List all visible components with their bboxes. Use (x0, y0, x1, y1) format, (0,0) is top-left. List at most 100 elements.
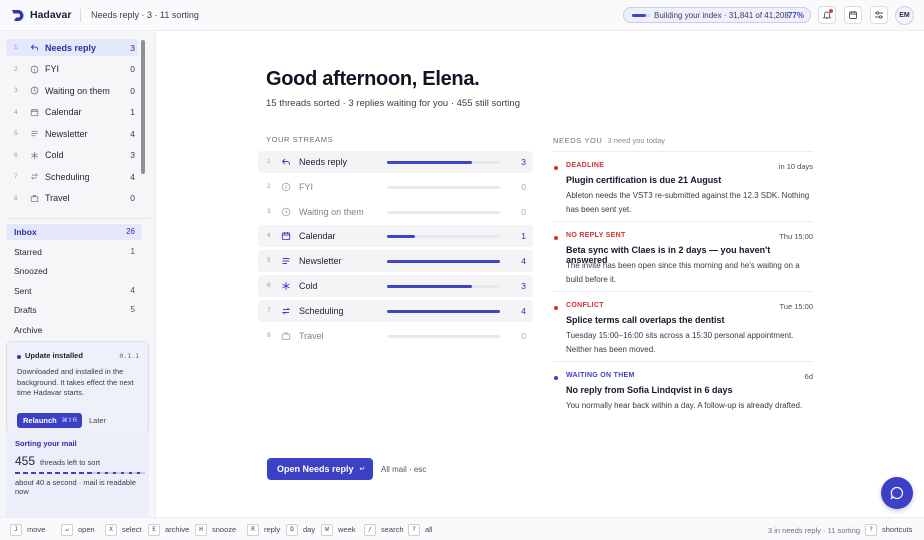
needs-time: Tue 15:00 (779, 302, 814, 311)
stream-row-scheduling[interactable]: 7 Scheduling 4 (258, 299, 533, 322)
sidebar-item-newsletter[interactable]: 5 Newsletter 4 (6, 125, 138, 142)
shortcut-label: snooze (212, 525, 237, 534)
sorting-count: 455 (15, 454, 36, 468)
breadcrumb: Needs reply · 3 · 11 sorting (91, 10, 199, 20)
stream-count: 4 (521, 305, 526, 316)
notifications-button[interactable] (818, 6, 836, 24)
shortcut-move[interactable]: Jmove (10, 523, 45, 536)
filters-button[interactable] (870, 6, 888, 24)
help-label: shortcuts (882, 525, 913, 534)
needs-card[interactable]: CONFLICT Tue 15:00 Splice terms call overl… (553, 291, 813, 361)
update-body: Downloaded and installed in the backgrou… (17, 367, 134, 397)
stream-row-waiting-on-them[interactable]: 3 Waiting on them 0 (258, 201, 533, 223)
snowflake-icon (282, 282, 290, 290)
stream-progress-fill (387, 309, 500, 313)
needs-status-dot (554, 376, 558, 380)
swap-icon (30, 173, 39, 180)
stream-number: 8 (267, 331, 271, 339)
sidebar-item-calendar[interactable]: 4 Calendar 1 (6, 104, 138, 121)
swap-icon (281, 307, 291, 315)
sidebar-item-scheduling[interactable]: 7 Scheduling 4 (6, 168, 138, 185)
sidebar-item-number: 2 (14, 65, 18, 73)
sidebar-item-count: 4 (130, 171, 135, 182)
stream-row-travel[interactable]: 8 Travel 0 (258, 325, 533, 347)
shortcuts-help[interactable]: ? shortcuts (865, 523, 912, 536)
snowflake-icon (31, 151, 38, 159)
stream-row-fyi[interactable]: 2 FYI 0 (258, 176, 533, 198)
stream-label: Calendar (299, 231, 336, 242)
stream-number: 6 (267, 282, 271, 289)
stream-progress-fill (387, 235, 416, 239)
shortcut-label: archive (165, 525, 190, 534)
sidebar-item-fyi[interactable]: 2 FYI 0 (6, 61, 138, 78)
open-button-label: Open Needs reply (277, 464, 354, 474)
hadavar-logo-icon[interactable] (11, 9, 24, 22)
sidebar-item-number: 6 (14, 151, 18, 159)
open-needs-reply-button[interactable]: Open Needs reply ↵ (267, 458, 373, 480)
shortcut-week[interactable]: Wweek (321, 523, 356, 536)
chat-button[interactable] (881, 477, 913, 509)
needs-card[interactable]: WAITING ON THEM 6d No reply from Sofia Lin… (553, 361, 813, 431)
top-bar: Hadavar Needs reply · 3 · 11 sorting Bui… (0, 0, 924, 31)
all-mail-link[interactable]: All mail · esc (381, 465, 426, 474)
mailbox-sent[interactable]: Sent 4 (6, 283, 142, 299)
needs-time: 6d (804, 372, 813, 381)
stream-row-needs-reply[interactable]: 1 Needs reply 3 (258, 151, 533, 173)
shortcut-select[interactable]: Xselect (105, 523, 142, 536)
sidebar-item-label: FYI (45, 64, 60, 74)
needs-heading-label: NEEDS YOU (553, 136, 603, 145)
mailbox-drafts[interactable]: Drafts 5 (6, 302, 142, 318)
stream-progress-track (387, 161, 500, 164)
relaunch-button[interactable]: Relaunch ⌘⇧R (17, 413, 82, 428)
shortcut-archive[interactable]: Earchive (148, 523, 189, 536)
shortcut-key: X (105, 523, 117, 536)
info-icon (30, 65, 39, 73)
needs-description: You normally hear back within a day. A f… (566, 401, 803, 410)
stream-progress-fill (387, 161, 472, 164)
stream-row-calendar[interactable]: 4 Calendar 1 (258, 225, 533, 248)
mailbox-archive[interactable]: Archive (6, 322, 142, 338)
shortcut-key: J (10, 523, 22, 536)
shortcut-reply[interactable]: Rreply (247, 523, 280, 536)
user-avatar[interactable]: EM (895, 6, 914, 25)
sorting-title: Sorting your mail (15, 439, 77, 448)
shortcut-snooze[interactable]: Hsnooze (195, 523, 236, 536)
sidebar-item-waiting-on-them[interactable]: 3 Waiting on them 0 (6, 82, 138, 99)
stream-count: 0 (521, 330, 526, 341)
sidebar-item-label: Calendar (45, 107, 82, 117)
sidebar-item-count: 0 (130, 64, 135, 74)
shortcut-search[interactable]: / search (364, 523, 404, 536)
stream-row-newsletter[interactable]: 5 Newsletter 4 (258, 250, 533, 273)
sidebar-item-count: 4 (130, 128, 135, 139)
mailbox-snoozed[interactable]: Snoozed (6, 263, 142, 279)
mailbox-label: Snoozed (14, 266, 48, 276)
sidebar-item-cold[interactable]: 6 Cold 3 (6, 147, 138, 164)
needs-heading-meta: 3 need you today (607, 136, 665, 145)
stream-label: Travel (299, 330, 324, 341)
sidebar-item-travel[interactable]: 8 Travel 0 (6, 190, 138, 207)
index-progress-pill[interactable]: Building your index · 31,841 of 41,208 7… (623, 7, 811, 23)
calendar-button[interactable] (844, 6, 862, 24)
sidebar-item-count: 3 (130, 42, 135, 53)
needs-subject: No reply from Sofia Lindqvist in 6 days (566, 385, 733, 395)
needs-time: Thu 15:00 (779, 232, 813, 241)
shortcut-all[interactable]: ? all (408, 523, 433, 536)
sidebar-scrollbar[interactable] (141, 40, 145, 174)
sidebar-item-needs-reply[interactable]: 1 Needs reply 3 (6, 39, 138, 56)
stream-number: 7 (267, 306, 271, 314)
mailbox-starred[interactable]: Starred 1 (6, 244, 142, 260)
needs-card[interactable]: NO REPLY SENT Thu 15:00 Beta sync with Cla… (553, 221, 813, 291)
greeting: Good afternoon, Elena. (266, 68, 480, 90)
shortcut-key: E (148, 523, 160, 536)
sidebar-item-label: Scheduling (45, 171, 90, 182)
later-button[interactable]: Later (89, 416, 106, 425)
sidebar-item-count: 3 (130, 150, 135, 160)
shortcut-label: reply (264, 525, 281, 534)
stream-row-cold[interactable]: 6 Cold 3 (258, 275, 533, 297)
shortcut-open[interactable]: ↵ open (61, 523, 95, 536)
shortcut-day[interactable]: Dday (286, 523, 315, 536)
mailbox-inbox[interactable]: Inbox 26 (6, 224, 142, 240)
needs-card[interactable]: DEADLINE in 10 days Plugin certification i… (553, 151, 813, 221)
shortcut-label: move (27, 525, 46, 534)
mailbox-count: 4 (130, 285, 135, 295)
